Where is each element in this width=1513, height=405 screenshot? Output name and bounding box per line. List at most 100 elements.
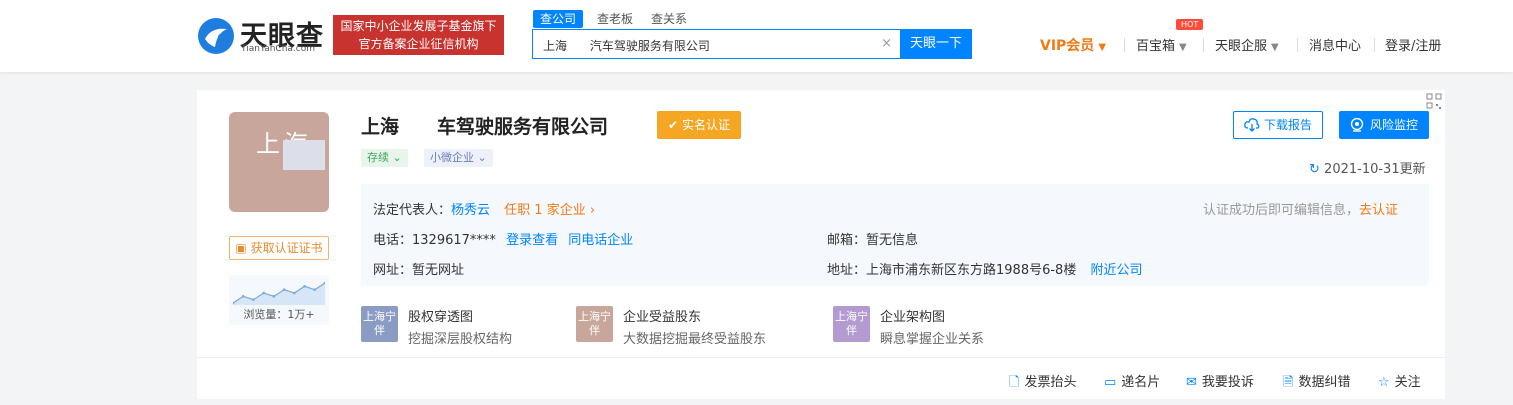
tab-relation[interactable]: 查关系	[651, 10, 687, 28]
nav-divider	[1203, 38, 1204, 52]
company-avatar: 上海	[229, 112, 329, 212]
address-label: 地址：	[827, 263, 867, 278]
card-label: 递名片	[1121, 375, 1161, 390]
views-point	[252, 298, 255, 301]
top-bar: 天眼查 TianYanCha.com 国家中小企业发展子基金旗下 官方备案企业征…	[0, 0, 1513, 72]
chevron-down-icon: ⌄	[392, 151, 402, 164]
name-mask	[399, 117, 438, 138]
legal-rep-label: 法定代表人：	[373, 203, 452, 218]
divider	[197, 357, 1445, 358]
views-point	[282, 288, 286, 291]
treasure-label: 百宝箱	[1136, 39, 1176, 54]
feature-title: 企业受益股东	[623, 310, 702, 325]
nav-divider	[1374, 38, 1375, 52]
verified-label: 实名认证	[681, 118, 730, 132]
views-point	[293, 291, 296, 295]
chevron-right-icon: ›	[589, 203, 596, 218]
feature-logo: 上海宁伴	[576, 306, 613, 342]
gov-badge: 国家中小企业发展子基金旗下 官方备案企业征信机构	[333, 15, 504, 55]
risk-label: 风险监控	[1370, 118, 1419, 132]
edit-doc-icon: 🗎	[1283, 375, 1294, 390]
nearby-companies-link[interactable]: 附近公司	[1090, 263, 1142, 278]
company-name-suffix: 车驾驶服务有限公司	[437, 116, 609, 138]
chevron-down-icon: ▼	[1098, 42, 1107, 53]
verified-badge[interactable]: ✔ 实名认证	[657, 111, 741, 139]
address-row: 地址：上海市浦东新区东方路1988号6-8楼 附近公司	[827, 259, 1143, 278]
qr-code-icon[interactable]	[1419, 92, 1445, 112]
legal-rep-positions[interactable]: 任职 1 家企业 ›	[504, 203, 595, 218]
card-action[interactable]: ▭ 递名片	[1104, 371, 1160, 390]
views-point	[303, 285, 306, 288]
cloud-download-icon	[1244, 118, 1260, 132]
risk-monitor-button[interactable]: 风险监控	[1339, 111, 1429, 139]
views-point	[272, 295, 276, 298]
correct-label: 数据纠错	[1298, 375, 1351, 390]
phone-row: 电话：1329617**** 登录查看 同电话企业	[373, 229, 633, 248]
email-row: 邮箱：暂无信息	[827, 229, 918, 248]
monitor-pin-icon	[1350, 118, 1364, 132]
invoice-action[interactable]: 🗋 发票抬头	[1009, 371, 1076, 395]
scale-tag[interactable]: 小微企业 ⌄	[424, 149, 493, 167]
views-area	[233, 283, 325, 305]
feature-subtitle: 大数据挖掘最终受益股东	[623, 332, 767, 347]
hot-badge: HOT	[1176, 19, 1204, 30]
star-icon: ☆	[1378, 375, 1390, 390]
scale-label: 小微企业	[430, 151, 474, 164]
tab-company[interactable]: 查公司	[533, 10, 584, 28]
feature-logo: 上海宁伴	[361, 306, 398, 342]
legal-rep-row: 法定代表人：杨秀云 任职 1 家企业 ›	[373, 199, 595, 218]
complain-action[interactable]: ✉ 我要投诉	[1186, 371, 1254, 390]
website-row: 网址：暂无网址	[373, 259, 464, 278]
email-label: 邮箱：	[827, 233, 867, 248]
nav-divider	[1124, 38, 1125, 52]
get-certificate-link[interactable]: ▣ 获取认证证书	[229, 236, 329, 260]
gov-badge-line2: 官方备案企业征信机构	[358, 37, 479, 51]
views-trend-chart	[233, 281, 325, 305]
nav-login[interactable]: 登录/注册	[1385, 35, 1441, 54]
search-input[interactable]	[541, 30, 875, 60]
document-icon: 🗋	[1009, 375, 1020, 390]
enterprise-label: 天眼企服	[1215, 39, 1268, 54]
card-icon: ▭	[1104, 375, 1117, 390]
update-text: 2021-10-31更新	[1324, 162, 1426, 177]
tianyancha-logo-icon[interactable]	[197, 17, 235, 55]
views-point	[241, 295, 245, 298]
go-verify-link[interactable]: 去认证	[1359, 203, 1398, 218]
complain-label: 我要投诉	[1201, 375, 1254, 390]
nav-messages[interactable]: 消息中心	[1309, 35, 1361, 54]
certificate-icon: ▣	[235, 241, 247, 255]
feature-title: 股权穿透图	[408, 310, 474, 325]
download-label: 下载报告	[1264, 118, 1313, 132]
mail-icon: ✉	[1186, 375, 1197, 390]
follow-label: 关注	[1394, 375, 1421, 390]
search-box: ×	[532, 29, 901, 60]
chevron-down-icon: ▼	[1271, 42, 1279, 53]
update-info: ↻ 2021-10-31更新	[1309, 158, 1426, 177]
nav-enterprise[interactable]: 天眼企服 ▼	[1215, 35, 1279, 54]
edit-hint-row: 认证成功后即可编辑信息，去认证	[1203, 199, 1398, 218]
feature-title: 企业架构图	[880, 310, 946, 325]
legal-rep-name[interactable]: 杨秀云	[451, 203, 490, 218]
company-name: 上海 车驾驶服务有限公司	[361, 112, 608, 139]
correct-action[interactable]: 🗎 数据纠错	[1283, 371, 1350, 395]
clear-icon[interactable]: ×	[881, 36, 892, 51]
follow-action[interactable]: ☆ 关注	[1378, 371, 1421, 390]
nav-treasure[interactable]: 百宝箱 ▼	[1136, 35, 1187, 54]
search-button[interactable]: 天眼一下	[900, 29, 972, 59]
phone-login-link[interactable]: 登录查看	[506, 233, 558, 248]
refresh-icon[interactable]: ↻	[1309, 162, 1320, 177]
certificate-label: 获取认证证书	[250, 241, 323, 255]
status-tag[interactable]: 存续 ⌄	[361, 149, 408, 167]
website-label: 网址：	[373, 263, 413, 278]
same-phone-link[interactable]: 同电话企业	[568, 233, 633, 248]
download-report-button[interactable]: 下载报告	[1233, 111, 1323, 139]
views-panel: 浏览量：1万+	[229, 275, 329, 325]
feature-subtitle: 瞬息掌握企业关系	[880, 332, 985, 347]
phone-label: 电话：	[373, 233, 413, 248]
logo-subtitle: TianYanCha.com	[241, 44, 316, 54]
gov-badge-line1: 国家中小企业发展子基金旗下	[340, 19, 497, 33]
nav-vip[interactable]: VIP会员 ▼	[1040, 35, 1106, 55]
invoice-label: 发票抬头	[1024, 375, 1077, 390]
check-icon: ✔	[668, 118, 679, 132]
tab-boss[interactable]: 查老板	[597, 10, 633, 28]
